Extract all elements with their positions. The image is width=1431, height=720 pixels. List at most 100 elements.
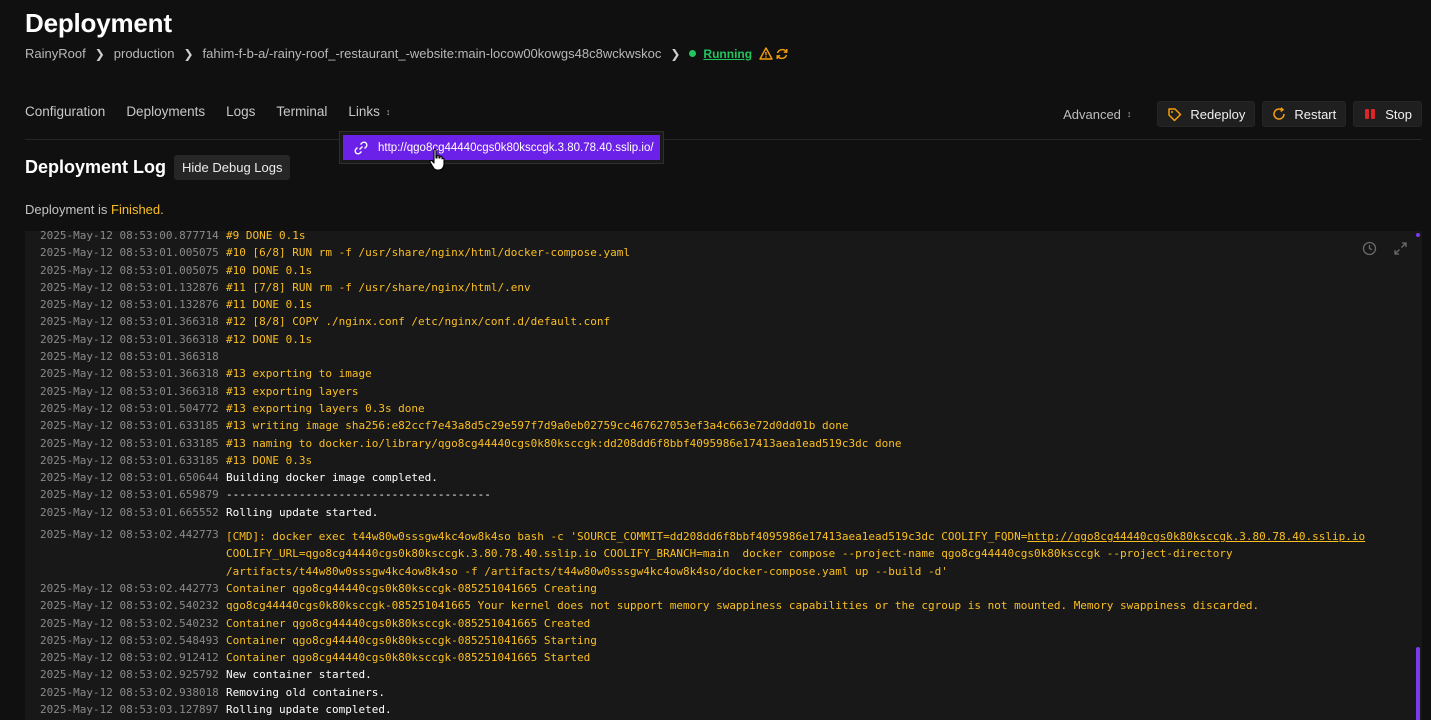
advanced-label: Advanced — [1063, 106, 1121, 122]
deployment-log-panel[interactable]: 2025-May-12 08:53:00.877714 #9 DONE 0.1s 2… — [25, 231, 1422, 720]
restart-label: Restart — [1294, 106, 1337, 122]
log-lines: 2025-May-12 08:53:00.877714 #9 DONE 0.1s 2… — [40, 231, 1365, 718]
log-timestamp: 2025-May-12 08:53:03.127897 — [40, 703, 219, 717]
log-timestamp: 2025-May-12 08:53:01.650644 — [40, 471, 219, 485]
log-message: #13 writing image sha256:e82ccf7e43a8d5c… — [226, 419, 849, 433]
log-line: 2025-May-12 08:53:01.665552 Rolling updat… — [40, 504, 1365, 521]
log-timestamp: 2025-May-12 08:53:02.540232 — [40, 599, 219, 613]
log-timestamp: 2025-May-12 08:53:01.366318 — [40, 350, 219, 364]
log-timestamp: 2025-May-12 08:53:01.633185 — [40, 436, 219, 450]
log-message: #9 DONE 0.1s — [226, 231, 306, 242]
stop-icon — [1365, 109, 1376, 119]
redeploy-label: Redeploy — [1190, 106, 1246, 122]
tab-deployments[interactable]: Deployments — [126, 104, 205, 119]
log-timestamp: 2025-May-12 08:53:02.540232 — [40, 616, 219, 630]
log-message: #10 DONE 0.1s — [226, 263, 313, 277]
log-line: 2025-May-12 08:53:01.633185 #13 naming to… — [40, 435, 1365, 452]
fullscreen-icon[interactable] — [1393, 241, 1408, 256]
log-line: 2025-May-12 08:53:01.504772 #13 exporting… — [40, 400, 1365, 417]
tab-configuration[interactable]: Configuration — [25, 104, 105, 119]
restart-button[interactable]: Restart — [1262, 101, 1347, 127]
log-line: 2025-May-12 08:53:01.366318 #12 DONE 0.1s — [40, 331, 1365, 348]
clock-icon[interactable] — [1362, 241, 1377, 256]
log-message: ---------------------------------------- — [226, 488, 491, 502]
log-timestamp: 2025-May-12 08:53:02.938018 — [40, 685, 219, 699]
log-message: Container qgo8cg44440cgs0k80ksccgk-08525… — [226, 651, 591, 665]
log-message: #13 exporting layers 0.3s done — [226, 401, 425, 415]
log-line: 2025-May-12 08:53:01.005075 #10 DONE 0.1s — [40, 262, 1365, 279]
page-title: Deployment — [25, 8, 172, 38]
scrollbar-cap — [1416, 233, 1420, 237]
log-message: Container qgo8cg44440cgs0k80ksccgk-08525… — [226, 633, 597, 647]
restart-icon — [1273, 107, 1286, 120]
log-message: #12 DONE 0.1s — [226, 332, 313, 346]
log-line: 2025-May-12 08:53:02.925792 New container… — [40, 666, 1365, 683]
log-line: 2025-May-12 08:53:01.366318 #13 exporting… — [40, 383, 1365, 400]
log-command-block: 2025-May-12 08:53:02.442773 [CMD]: docker… — [40, 528, 1365, 580]
deployment-log-header: Deployment Log Hide Debug Logs — [25, 155, 291, 180]
log-line: 2025-May-12 08:53:02.938018 Removing old … — [40, 684, 1365, 701]
deployment-log-title: Deployment Log — [25, 157, 167, 177]
log-timestamp: 2025-May-12 08:53:02.912412 — [40, 651, 219, 665]
log-message: Removing old containers. — [226, 685, 385, 699]
breadcrumb-resource[interactable]: fahim-f-b-a/-rainy-roof_-restaurant_-web… — [203, 46, 662, 61]
log-timestamp: 2025-May-12 08:53:01.005075 — [40, 263, 219, 277]
chevron-right-icon: ❯ — [183, 46, 194, 61]
log-message: #12 [8/8] COPY ./nginx.conf /etc/nginx/c… — [226, 315, 611, 329]
deployment-status-prefix: Deployment is — [25, 202, 108, 217]
log-line: 2025-May-12 08:53:00.877714 #9 DONE 0.1s — [40, 231, 1365, 244]
log-message: #13 exporting layers — [226, 384, 359, 398]
tab-links[interactable]: Links ↕ — [348, 104, 390, 119]
redeploy-button[interactable]: Redeploy — [1157, 101, 1256, 127]
link-url: http://qgo8cg44440cgs0k80ksccgk.3.80.78.… — [378, 141, 654, 154]
log-timestamp: 2025-May-12 08:53:01.665552 — [40, 505, 219, 519]
breadcrumb-project[interactable]: RainyRoof — [25, 46, 86, 61]
log-line: 2025-May-12 08:53:01.132876 #11 [7/8] RUN… — [40, 279, 1365, 296]
log-timestamp: 2025-May-12 08:53:02.442773 — [40, 581, 219, 595]
log-timestamp: 2025-May-12 08:53:02.548493 — [40, 633, 219, 647]
log-line: 2025-May-12 08:53:03.127897 Rolling updat… — [40, 701, 1365, 718]
refresh-icon[interactable] — [775, 47, 789, 61]
log-command-text: /artifacts/t44w80w0sssgw4kc4ow8k4so -f /… — [226, 564, 948, 578]
log-message: #11 [7/8] RUN rm -f /usr/share/nginx/htm… — [226, 280, 531, 294]
log-timestamp: 2025-May-12 08:53:01.633185 — [40, 453, 219, 467]
links-dropdown: http://qgo8cg44440cgs0k80ksccgk.3.80.78.… — [339, 131, 664, 164]
log-toolbar — [1346, 241, 1408, 256]
stop-label: Stop — [1385, 106, 1412, 122]
chevron-right-icon: ❯ — [94, 46, 105, 61]
log-command-text: COOLIFY_URL=qgo8cg44440cgs0k80ksccgk.3.8… — [226, 547, 1233, 561]
tab-terminal[interactable]: Terminal — [276, 104, 327, 119]
log-timestamp: 2025-May-12 08:53:01.633185 — [40, 419, 219, 433]
link-item[interactable]: http://qgo8cg44440cgs0k80ksccgk.3.80.78.… — [343, 135, 660, 160]
tab-links-label: Links — [348, 104, 380, 119]
advanced-dropdown[interactable]: Advanced ↕ — [1063, 107, 1131, 122]
log-message: Rolling update completed. — [226, 703, 392, 717]
tab-logs[interactable]: Logs — [226, 104, 255, 119]
scrollbar[interactable] — [1416, 647, 1420, 720]
log-line: 2025-May-12 08:53:01.633185 #13 writing i… — [40, 417, 1365, 434]
chevron-up-down-icon: ↕ — [385, 106, 391, 117]
log-command-url[interactable]: http://qgo8cg44440cgs0k80ksccgk.3.80.78.… — [1027, 530, 1365, 543]
stop-button[interactable]: Stop — [1353, 101, 1422, 127]
log-line: 2025-May-12 08:53:01.132876 #11 DONE 0.1s — [40, 296, 1365, 313]
log-message: Container qgo8cg44440cgs0k80ksccgk-08525… — [226, 616, 591, 630]
chevron-up-down-icon: ↕ — [1126, 109, 1132, 119]
log-line: 2025-May-12 08:53:01.366318 #13 exporting… — [40, 365, 1365, 382]
status-badge[interactable]: Running — [703, 47, 752, 61]
log-line: 2025-May-12 08:53:02.912412 Container qgo… — [40, 649, 1365, 666]
log-message: Rolling update started. — [226, 505, 379, 519]
log-timestamp: 2025-May-12 08:53:01.366318 — [40, 384, 219, 398]
log-timestamp: 2025-May-12 08:53:01.504772 — [40, 401, 219, 415]
log-timestamp: 2025-May-12 08:53:01.366318 — [40, 315, 219, 329]
log-line: 2025-May-12 08:53:01.005075 #10 [6/8] RUN… — [40, 244, 1365, 261]
action-bar: Advanced ↕ Redeploy Restart Stop — [1063, 101, 1422, 127]
log-message: New container started. — [226, 668, 372, 682]
resource-tabs: Configuration Deployments Logs Terminal … — [25, 104, 411, 119]
log-line: 2025-May-12 08:53:01.650644 Building dock… — [40, 469, 1365, 486]
warning-icon[interactable] — [759, 47, 773, 60]
breadcrumb-environment[interactable]: production — [114, 46, 175, 61]
log-message: Building docker image completed. — [226, 471, 438, 485]
log-command-text: [CMD]: docker exec t44w80w0sssgw4kc4ow8k… — [226, 530, 1028, 544]
log-line: 2025-May-12 08:53:01.366318 #12 [8/8] COP… — [40, 313, 1365, 330]
hide-debug-logs-button[interactable]: Hide Debug Logs — [174, 155, 291, 180]
